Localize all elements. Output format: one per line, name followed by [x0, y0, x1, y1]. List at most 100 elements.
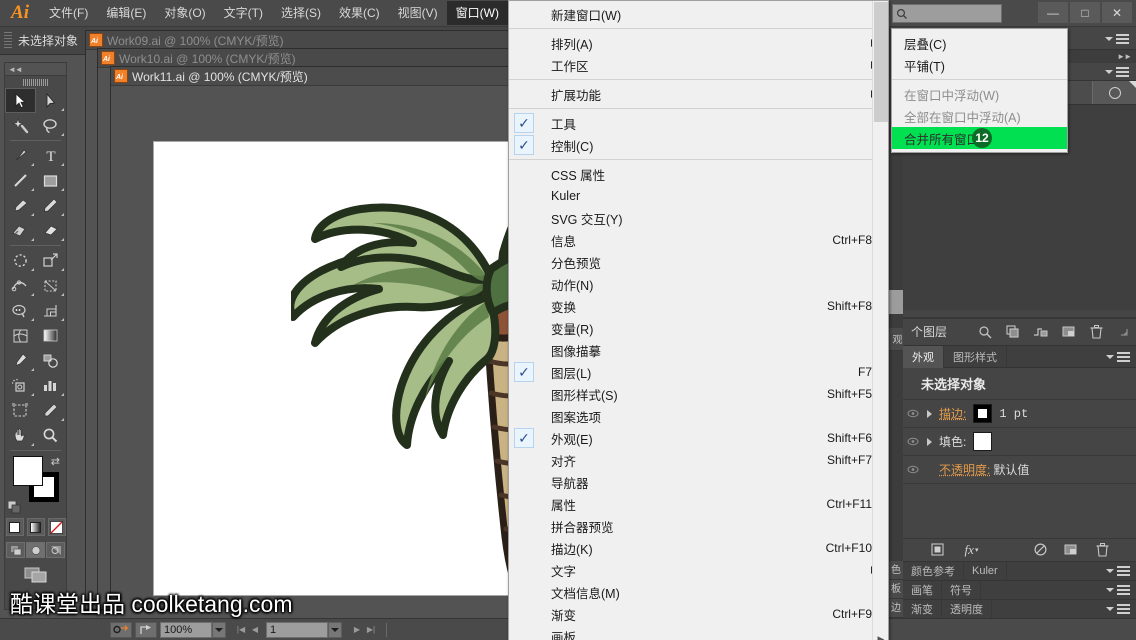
menu-7[interactable]: 窗口(W) [446, 1, 508, 25]
menu-item-27[interactable]: 画板 [509, 625, 888, 640]
draw-behind-button[interactable] [26, 542, 45, 558]
tool-selection[interactable] [5, 88, 36, 113]
tool-blend[interactable] [36, 348, 67, 373]
draw-normal-button[interactable] [6, 542, 25, 558]
tool-magic-wand[interactable] [5, 113, 36, 138]
tool-blob-brush[interactable] [5, 218, 36, 243]
menu-scrollbar-thumb[interactable] [874, 2, 888, 122]
tool-rectangle[interactable] [36, 168, 67, 193]
menu-item-1[interactable]: 排列(A) [509, 32, 888, 54]
tool-type[interactable]: T [36, 143, 67, 168]
menu-item-14[interactable]: 图像描摹 [509, 339, 888, 361]
draw-inside-button[interactable] [46, 542, 65, 558]
menu-item-18[interactable]: ✓ 外观(E) Shift+F6 [509, 427, 888, 449]
search-input[interactable] [892, 4, 1002, 23]
tool-pencil[interactable] [36, 193, 67, 218]
none-button[interactable] [47, 518, 66, 536]
collapsed-vertical-tab-1[interactable]: 板 [889, 580, 903, 599]
appearance-row-label[interactable]: 填色: [939, 433, 966, 450]
delete-layer-icon[interactable] [1089, 324, 1104, 339]
menu-item-0[interactable]: 新建窗口(W) [509, 3, 888, 25]
arrange-submenu-item-4[interactable]: 合并所有窗口 12 [892, 127, 1067, 149]
collapsed-panel-menu-2[interactable] [1106, 604, 1136, 614]
graphic-style-thumbnail[interactable] [1092, 81, 1136, 104]
panel-resize-grip[interactable] [1119, 325, 1128, 339]
tool-width[interactable] [5, 273, 36, 298]
tool-slice[interactable] [36, 398, 67, 423]
menu-item-22[interactable]: 拼合器预览 [509, 515, 888, 537]
tool-gradient[interactable] [36, 323, 67, 348]
menu-item-15[interactable]: ✓ 图层(L) F7 [509, 361, 888, 383]
menu-4[interactable]: 选择(S) [272, 1, 330, 25]
fill-swatch[interactable] [973, 432, 993, 451]
menu-item-19[interactable]: 对齐 Shift+F7 [509, 449, 888, 471]
maximize-button[interactable]: □ [1070, 2, 1100, 23]
fill-color-swatch[interactable] [13, 456, 43, 486]
menu-0[interactable]: 文件(F) [40, 1, 97, 25]
previous-artboard-button[interactable]: ◀ [248, 622, 262, 638]
toolbox-collapse-header[interactable]: ◄◄ [5, 63, 66, 76]
tool-line-segment[interactable] [5, 168, 36, 193]
tool-lasso[interactable] [36, 113, 67, 138]
tool-artboard[interactable] [5, 398, 36, 423]
collapsed-vertical-tab-0[interactable]: 色 [889, 561, 903, 580]
menu-item-9[interactable]: 信息 Ctrl+F8 [509, 229, 888, 251]
collapsed-panel-menu-0[interactable] [1106, 566, 1136, 576]
panel-menu-icon[interactable] [1116, 33, 1129, 44]
appearance-tab-0[interactable]: 外观 [903, 345, 944, 368]
first-artboard-button[interactable]: |◀ [234, 622, 248, 638]
menu-item-12[interactable]: 变换 Shift+F8 [509, 295, 888, 317]
appearance-row-value[interactable]: 1 pt [999, 407, 1028, 421]
panel-strip-thumb[interactable] [889, 290, 903, 314]
collapsed-panel-menu-1[interactable] [1106, 585, 1136, 595]
artboard-dropdown-button[interactable] [328, 621, 342, 638]
tool-column-graph[interactable] [36, 373, 67, 398]
share-icon[interactable] [135, 621, 157, 638]
menu-item-21[interactable]: 属性 Ctrl+F11 [509, 493, 888, 515]
tool-eyedropper[interactable] [5, 348, 36, 373]
add-new-effect-icon[interactable]: fx ▾ [961, 542, 983, 557]
tool-mesh[interactable] [5, 323, 36, 348]
appearance-row-2[interactable]: 不透明度: 默认值 [903, 456, 1136, 484]
appearance-row-0[interactable]: 描边: 1 pt [903, 400, 1136, 428]
tool-rotate[interactable] [5, 248, 36, 273]
menu-item-7[interactable]: Kuler [509, 185, 888, 207]
zoom-level-field[interactable]: 100% [160, 621, 212, 638]
stroke-swatch[interactable] [973, 404, 993, 423]
tool-perspective-grid[interactable] [36, 298, 67, 323]
menu-item-3[interactable]: 扩展功能 [509, 83, 888, 105]
document-title-bar-3[interactable]: Ai Work11.ai @ 100% (CMYK/预览) [111, 67, 524, 86]
artboard-number-field[interactable]: 1 [266, 621, 328, 638]
palm-tree-artwork[interactable] [291, 165, 524, 620]
arrange-submenu-item-3[interactable]: 全部在窗口中浮动(A) [892, 105, 1067, 127]
menu-item-6[interactable]: CSS 属性 [509, 163, 888, 185]
appearance-row-label[interactable]: 描边: [939, 405, 966, 422]
gradient-button[interactable] [26, 518, 45, 536]
appearance-row-value[interactable]: 默认值 [993, 461, 1029, 478]
zoom-dropdown-button[interactable] [212, 621, 226, 638]
arrange-submenu-item-2[interactable]: 在窗口中浮动(W) [892, 83, 1067, 105]
menu-item-5[interactable]: ✓ 控制(C) [509, 134, 888, 156]
menu-scrollbar[interactable]: ▶ [872, 1, 888, 640]
minimize-button[interactable]: — [1038, 2, 1068, 23]
tool-eraser[interactable] [36, 218, 67, 243]
panel-menu-icon[interactable] [1116, 66, 1129, 77]
default-fill-stroke-icon[interactable] [7, 500, 21, 514]
canvas-area[interactable] [111, 105, 524, 629]
appearance-row-label[interactable]: 不透明度: [939, 461, 990, 478]
window-menu-dropdown[interactable]: 新建窗口(W) 排列(A) 工作区 扩展功能 ✓ 工具 ✓ 控制(C) CSS 属性 Kuler S… [508, 0, 889, 640]
tool-symbol-sprayer[interactable] [5, 373, 36, 398]
swap-fill-stroke-icon[interactable]: ⇄ [51, 455, 60, 468]
vertical-tab-appearance[interactable]: 观 [889, 328, 903, 351]
menu-scroll-down-icon[interactable]: ▶ [873, 631, 889, 640]
disclosure-triangle-icon[interactable] [927, 437, 932, 446]
locate-object-icon[interactable] [977, 324, 992, 339]
last-artboard-button[interactable]: ▶| [364, 622, 378, 638]
tool-free-transform[interactable] [36, 273, 67, 298]
menu-5[interactable]: 效果(C) [330, 1, 389, 25]
add-new-stroke-icon[interactable] [930, 542, 945, 557]
control-bar-grip[interactable] [4, 31, 12, 50]
menu-item-23[interactable]: 描边(K) Ctrl+F10 [509, 537, 888, 559]
menu-1[interactable]: 编辑(E) [97, 1, 155, 25]
collapsed-panel-tab-0-0[interactable]: 颜色参考 [903, 561, 964, 581]
